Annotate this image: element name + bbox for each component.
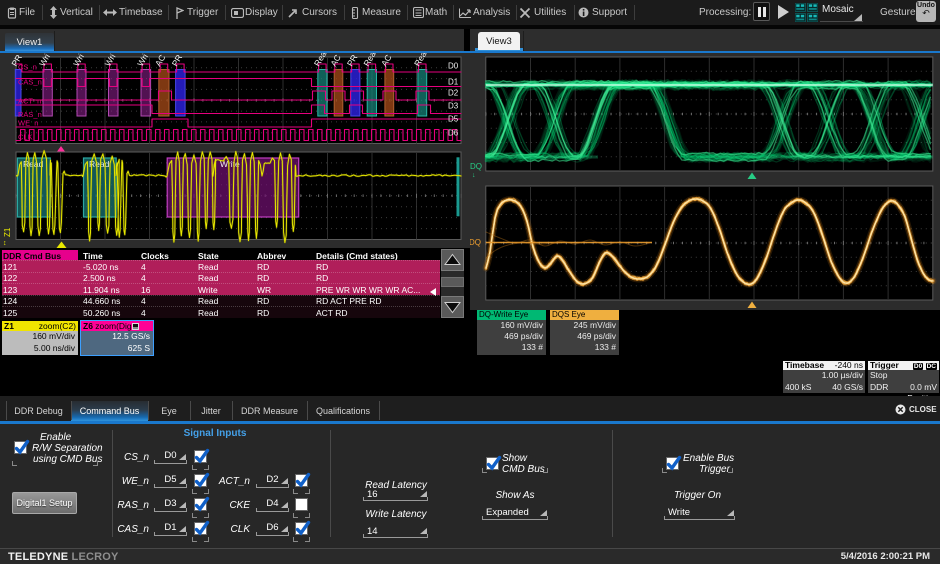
- svg-text:D6: D6: [448, 129, 459, 138]
- svg-text:WE_n: WE_n: [18, 119, 38, 128]
- svg-text:ACT_n: ACT_n: [18, 97, 41, 106]
- svg-text:D2: D2: [448, 89, 459, 98]
- svg-text:↓: ↓: [472, 172, 476, 179]
- svg-text:D3: D3: [448, 102, 459, 111]
- svg-text:DQ: DQ: [470, 162, 482, 171]
- svg-text:D0: D0: [448, 62, 459, 71]
- svg-text:CLK: CLK: [18, 133, 33, 142]
- svg-text:CS_n: CS_n: [18, 63, 37, 72]
- svg-text:D5: D5: [448, 115, 459, 124]
- svg-text:CAS_n: CAS_n: [18, 78, 42, 87]
- svg-text:D1: D1: [448, 78, 459, 87]
- svg-text:Z1: Z1: [3, 227, 12, 237]
- svg-text:DQ: DQ: [470, 238, 481, 247]
- svg-text:↕: ↕: [3, 240, 7, 247]
